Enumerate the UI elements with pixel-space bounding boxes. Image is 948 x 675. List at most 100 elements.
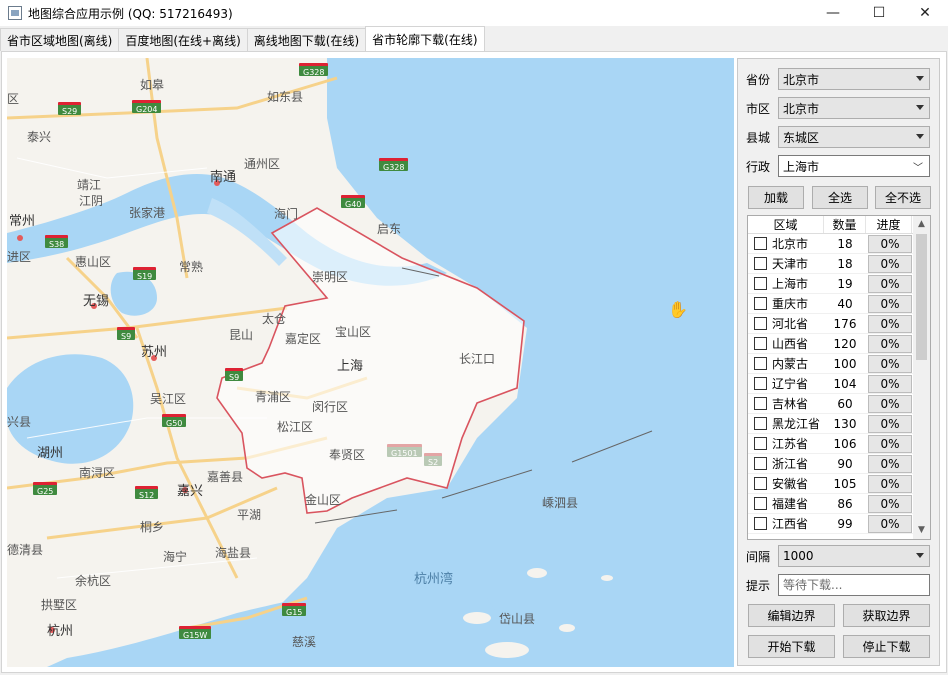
table-row[interactable]: 重庆市 40 0% [748, 294, 930, 314]
interval-select[interactable]: 1000 [778, 545, 930, 567]
admin-label: 行政 [746, 159, 771, 174]
row-checkbox[interactable] [754, 497, 767, 510]
county-label: 县城 [746, 130, 771, 145]
load-button[interactable]: 加载 [748, 186, 804, 209]
table-row[interactable]: 内蒙古 100 0% [748, 354, 930, 374]
region-count: 90 [837, 456, 853, 471]
region-cell: 辽宁省 [748, 375, 824, 392]
map-label: 嘉定区 [285, 332, 322, 346]
row-checkbox[interactable] [754, 397, 767, 410]
map-label: 杭州 [47, 624, 74, 639]
select-all-button[interactable]: 全选 [812, 186, 868, 209]
map-label: 太仓 [262, 312, 287, 326]
map-label: 拱墅区 [41, 598, 78, 612]
table-row[interactable]: 浙江省 90 0% [748, 454, 930, 474]
row-checkbox[interactable] [754, 517, 767, 530]
region-count: 105 [833, 476, 857, 491]
map-label: 闵行区 [312, 400, 349, 414]
control-panel: 省份 北京市 市区 北京市 县城 东城区 行政 上海市﹀ 加载 全选 全不选 [737, 58, 940, 666]
tab-offline-map-download[interactable]: 离线地图下载(在线) [246, 28, 367, 51]
table-row[interactable]: 上海市 19 0% [748, 274, 930, 294]
map-label: 余杭区 [75, 574, 112, 588]
highway-shield: G1501 [387, 444, 422, 458]
column-header-progress[interactable]: 进度 [866, 216, 912, 233]
scroll-up-icon[interactable]: ▲ [913, 216, 930, 233]
row-checkbox[interactable] [754, 297, 767, 310]
column-header-region[interactable]: 区域 [748, 216, 824, 233]
row-checkbox[interactable] [754, 237, 767, 250]
region-cell: 黑龙江省 [748, 415, 824, 432]
region-count: 120 [833, 336, 857, 351]
taihu-lake [7, 354, 134, 464]
select-none-button[interactable]: 全不选 [875, 186, 931, 209]
map-label: 无锡 [83, 294, 110, 309]
region-progress: 0% [868, 374, 912, 393]
tab-baidu-map[interactable]: 百度地图(在线+离线) [118, 28, 248, 51]
map-label: 宝山区 [335, 325, 372, 339]
table-row[interactable]: 江西省 99 0% [748, 514, 930, 534]
map-label: 金山区 [305, 493, 342, 507]
table-scrollbar[interactable]: ▲ ▼ [913, 216, 930, 539]
city-select[interactable]: 北京市 [778, 97, 930, 119]
table-row[interactable]: 山西省 120 0% [748, 334, 930, 354]
scroll-down-icon[interactable]: ▼ [913, 522, 930, 539]
stop-download-button[interactable]: 停止下载 [843, 635, 930, 658]
edit-boundary-button[interactable]: 编辑边界 [748, 604, 835, 627]
row-checkbox[interactable] [754, 437, 767, 450]
map-label: 嘉善县 [207, 470, 244, 484]
window-title: 地图综合应用示例 (QQ: 517216493) [28, 6, 233, 21]
column-header-count[interactable]: 数量 [824, 216, 866, 233]
region-cell: 吉林省 [748, 395, 824, 412]
highway-shield: G40 [341, 195, 366, 209]
county-select[interactable]: 东城区 [778, 126, 930, 148]
map-label: 泰兴 [27, 130, 52, 144]
map-label: 靖江 [77, 178, 102, 192]
start-download-button[interactable]: 开始下载 [748, 635, 835, 658]
chevron-down-icon: ﹀ [913, 163, 923, 174]
region-cell: 江西省 [748, 515, 824, 532]
row-checkbox[interactable] [754, 337, 767, 350]
map-label: 海宁 [163, 550, 188, 564]
region-count: 40 [837, 296, 853, 311]
tab-outline-download[interactable]: 省市轮廓下载(在线) [365, 26, 485, 51]
table-row[interactable]: 福建省 86 0% [748, 494, 930, 514]
map-view[interactable]: 如皋 如东县 泰兴 靖江 江阴 通州区 南通 张家港 海门 启东 常州 惠山区 … [7, 58, 734, 667]
row-checkbox[interactable] [754, 357, 767, 370]
get-boundary-button[interactable]: 获取边界 [843, 604, 930, 627]
maximize-button[interactable]: ☐ [856, 0, 902, 26]
admin-select[interactable]: 上海市 ﹀ [778, 155, 930, 177]
table-body: 北京市 18 0% 天津市 18 0% 上海市 19 0% 重庆市 40 0% 河北省 176 0% 山西省 1… [748, 234, 930, 534]
region-name: 辽宁省 [772, 377, 809, 391]
row-checkbox[interactable] [754, 317, 767, 330]
hint-input[interactable]: 等待下载... [778, 574, 930, 596]
region-name: 安徽省 [772, 477, 809, 491]
table-row[interactable]: 河北省 176 0% [748, 314, 930, 334]
province-label: 省份 [746, 72, 771, 87]
table-row[interactable]: 天津市 18 0% [748, 254, 930, 274]
table-row[interactable]: 江苏省 106 0% [748, 434, 930, 454]
row-checkbox[interactable] [754, 377, 767, 390]
row-checkbox[interactable] [754, 477, 767, 490]
row-checkbox[interactable] [754, 457, 767, 470]
table-row[interactable]: 吉林省 60 0% [748, 394, 930, 414]
row-checkbox[interactable] [754, 257, 767, 270]
region-progress: 0% [868, 294, 912, 313]
tab-province-map-offline[interactable]: 省市区域地图(离线) [0, 28, 120, 51]
map-label: 通州区 [244, 157, 281, 171]
region-cell: 浙江省 [748, 455, 824, 472]
region-table: 区域 数量 进度 北京市 18 0% 天津市 18 0% 上海市 19 0% 重庆市 40 0% 河北省… [747, 215, 931, 540]
row-checkbox[interactable] [754, 277, 767, 290]
minimize-button[interactable]: — [810, 0, 856, 26]
region-progress: 0% [868, 274, 912, 293]
close-button[interactable]: ✕ [902, 0, 948, 26]
province-select[interactable]: 北京市 [778, 68, 930, 90]
highway-shield: S9 [225, 368, 244, 382]
map-label: 松江区 [277, 420, 314, 434]
table-row[interactable]: 安徽省 105 0% [748, 474, 930, 494]
table-row[interactable]: 北京市 18 0% [748, 234, 930, 254]
row-checkbox[interactable] [754, 417, 767, 430]
table-row[interactable]: 黑龙江省 130 0% [748, 414, 930, 434]
map-label: 崇明区 [312, 270, 349, 284]
table-row[interactable]: 辽宁省 104 0% [748, 374, 930, 394]
scroll-thumb[interactable] [916, 234, 927, 360]
